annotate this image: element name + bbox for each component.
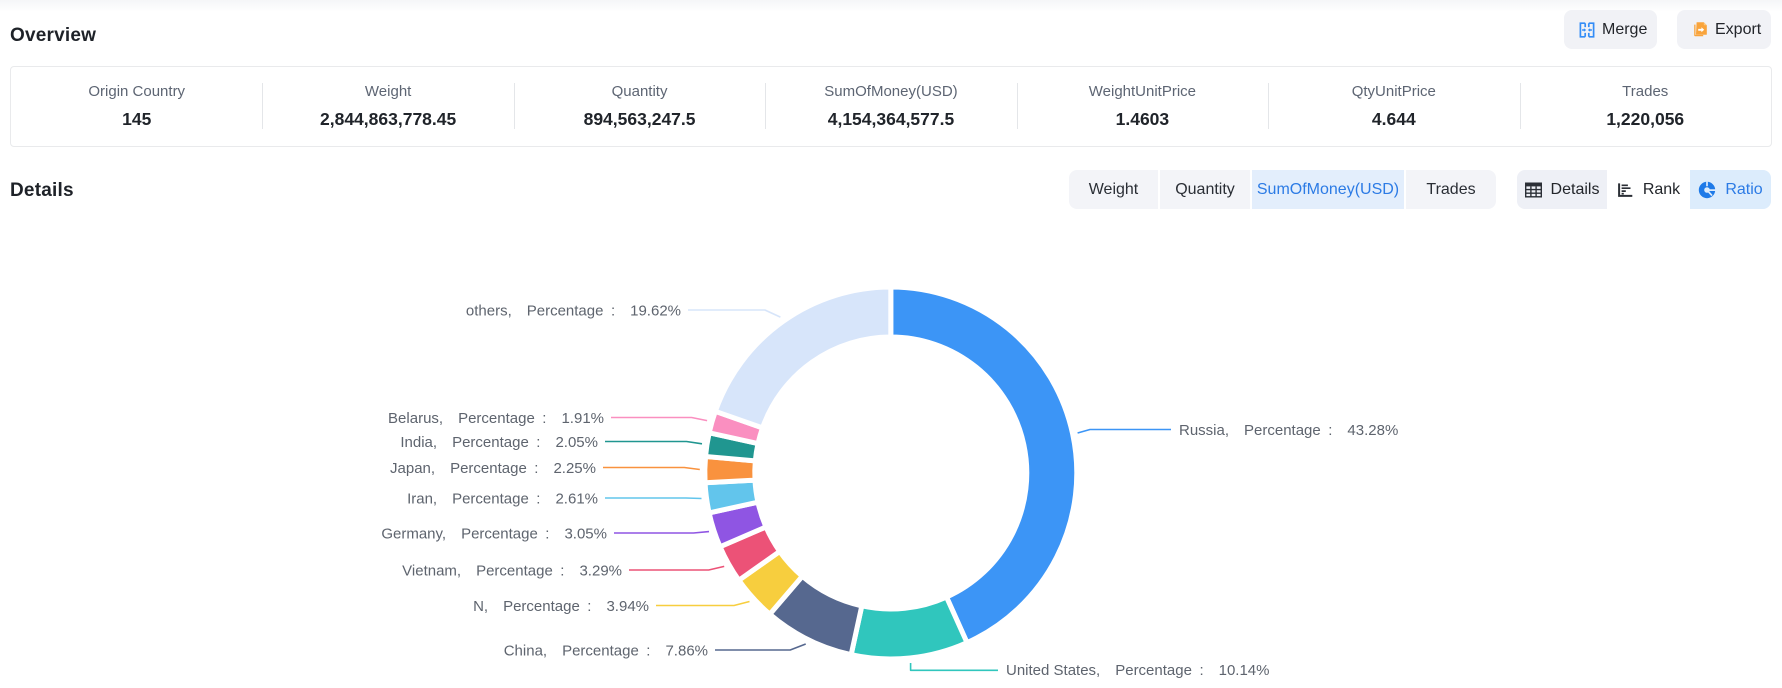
svg-text:Iran, Percentage : 2.61%: Iran, Percentage : 2.61% xyxy=(407,490,598,507)
svg-text:India, Percentage : 2.05%: India, Percentage : 2.05% xyxy=(400,434,598,451)
svg-text:China, Percentage : 7.86%: China, Percentage : 7.86% xyxy=(504,642,708,659)
svg-text:Russia, Percentage : 43.28%: Russia, Percentage : 43.28% xyxy=(1179,422,1398,439)
svg-text:Germany, Percentage : 3.05%: Germany, Percentage : 3.05% xyxy=(381,525,607,542)
svg-text:Japan, Percentage : 2.25%: Japan, Percentage : 2.25% xyxy=(390,460,596,477)
svg-text:N, Percentage : 3.94%: N, Percentage : 3.94% xyxy=(473,598,649,615)
svg-text:Vietnam, Percentage : 3.29%: Vietnam, Percentage : 3.29% xyxy=(402,562,622,579)
svg-text:others, Percentage : 19.62%: others, Percentage : 19.62% xyxy=(466,302,681,319)
svg-text:Belarus, Percentage : 1.91%: Belarus, Percentage : 1.91% xyxy=(388,410,604,427)
svg-text:United States, Percentage :: United States, Percentage : 10.14% xyxy=(1006,662,1269,679)
